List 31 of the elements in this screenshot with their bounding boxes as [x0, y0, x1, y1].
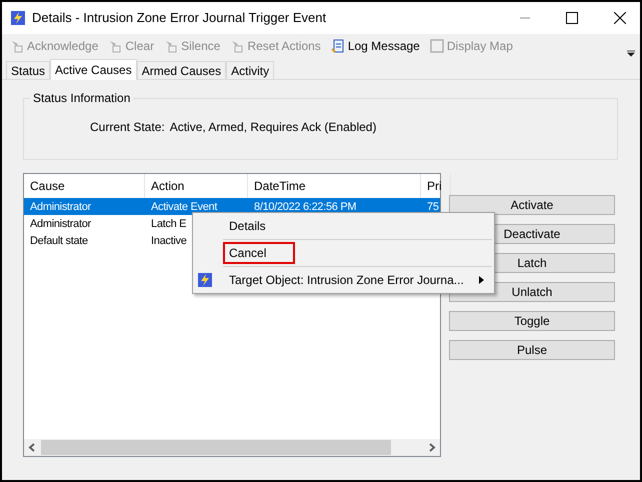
window-title: Details - Intrusion Zone Error Journal Trigger Event [32, 9, 326, 28]
table-cell: Inactive [151, 235, 187, 248]
state-value: Active, Armed, Requires Ack (Enabled) [170, 119, 376, 136]
maximize-icon[interactable] [566, 12, 578, 24]
overflow-icon[interactable] [626, 48, 636, 58]
state-label: Current State: [90, 119, 165, 136]
table-cell: Latch E [151, 218, 186, 230]
note-icon [330, 39, 345, 53]
tab[interactable]: Status [6, 61, 50, 79]
toolbar-button[interactable]: Log Message [330, 37, 420, 55]
lightning-icon [10, 10, 26, 26]
table-cell: 8/10/2022 6:22:56 PM [254, 201, 356, 214]
table-cell: Administrator [30, 218, 91, 230]
action-button[interactable]: Activate [449, 195, 615, 215]
close-icon[interactable] [614, 12, 626, 24]
scroll-thumb[interactable] [41, 440, 391, 455]
submenu-arrow-icon [479, 276, 484, 284]
table-cell: 75 [427, 201, 439, 214]
action-button[interactable]: Toggle [449, 311, 615, 331]
lightning-icon [197, 272, 213, 288]
menu-item-label: Cancel [223, 242, 295, 264]
table-cell: Activate Event [151, 201, 218, 214]
menu-item-label: Details [228, 218, 267, 235]
horizontal-scrollbar[interactable] [24, 439, 440, 456]
tab[interactable]: Armed Causes [136, 61, 226, 79]
group-title: Status Information [30, 91, 134, 105]
tab[interactable]: Activity [226, 61, 274, 79]
table-cell: Administrator [30, 201, 91, 214]
table-cell: Default state [30, 235, 88, 248]
action-button[interactable]: Pulse [449, 340, 615, 360]
tab[interactable]: Active Causes [50, 59, 137, 80]
